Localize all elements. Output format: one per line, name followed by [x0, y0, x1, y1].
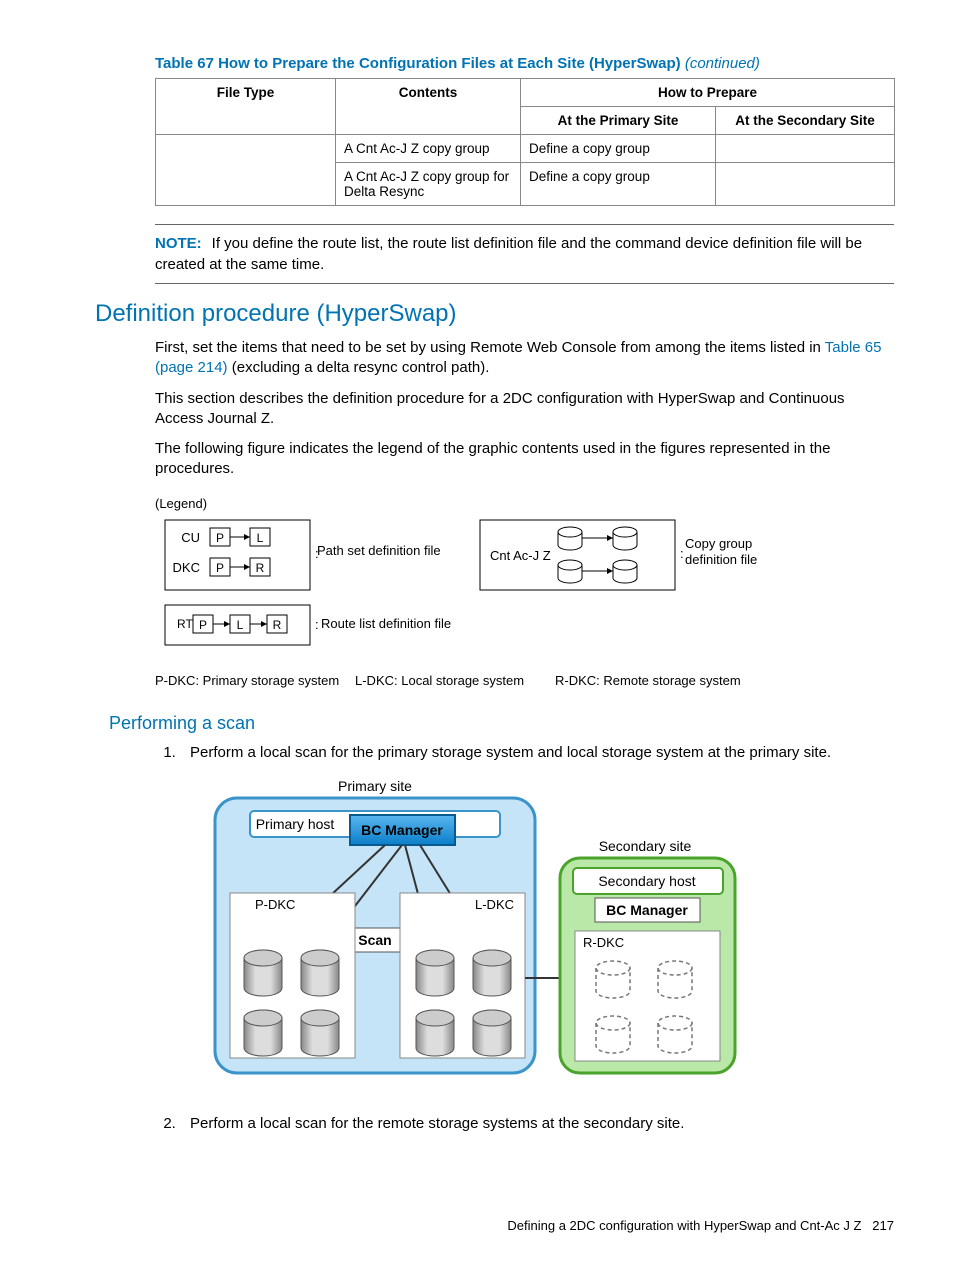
pdkc-cyl-1: [244, 950, 282, 996]
th-primary: At the Primary Site: [521, 107, 716, 135]
legend-cntacj: Cnt Ac-J Z: [490, 548, 551, 563]
td-contents-1: A Cnt Ac-J Z copy group for Delta Resync: [336, 163, 521, 206]
pdkc-cyl-4: [301, 1010, 339, 1056]
table-caption-continued: (continued): [685, 55, 760, 72]
svg-text::: :: [680, 546, 684, 561]
diagram-scan: Scan: [358, 932, 391, 948]
step-1: Perform a local scan for the primary sto…: [180, 742, 894, 763]
legend-routelist: Route list definition file: [321, 616, 451, 631]
th-how-to-prepare: How to Prepare: [521, 79, 895, 107]
para1-pre: First, set the items that need to be set…: [155, 339, 825, 356]
step-2: Perform a local scan for the remote stor…: [180, 1113, 894, 1134]
svg-text:P: P: [216, 561, 224, 575]
ldkc-cyl-1: [416, 950, 454, 996]
svg-text:P: P: [199, 618, 207, 632]
diagram-secondary-site: Secondary site: [599, 838, 692, 854]
para3: The following figure indicates the legen…: [155, 439, 894, 480]
svg-text:R: R: [273, 618, 282, 632]
legend-cu: CU: [181, 530, 200, 545]
legend-rt: RT: [177, 617, 193, 631]
steps-list-2: Perform a local scan for the remote stor…: [180, 1113, 894, 1134]
page-footer: Defining a 2DC configuration with HyperS…: [507, 1218, 894, 1233]
svg-text:L: L: [237, 618, 244, 632]
diagram-secondary-host: Secondary host: [598, 873, 695, 889]
legend-pdkc-line: P-DKC: Primary storage system: [155, 673, 339, 688]
svg-text:P: P: [216, 531, 224, 545]
pdkc-cyl-2: [301, 950, 339, 996]
svg-text:R: R: [256, 561, 265, 575]
steps-list: Perform a local scan for the primary sto…: [180, 742, 894, 763]
legend-rdkc-line: R-DKC: Remote storage system: [555, 673, 741, 688]
scan-diagram: Primary site Primary host BC Manager Sca…: [195, 773, 755, 1093]
svg-text::: :: [315, 546, 319, 561]
th-file-type: File Type: [156, 79, 336, 135]
note-text: If you define the route list, the route …: [155, 235, 862, 273]
note-block: NOTE:If you define the route list, the r…: [155, 224, 894, 284]
config-table: File Type Contents How to Prepare At the…: [155, 78, 895, 206]
diagram-primary-site: Primary site: [338, 778, 412, 794]
footer-page: 217: [872, 1218, 894, 1233]
legend-copygroup-1: Copy group: [685, 536, 752, 551]
td-file-type-empty: [156, 135, 336, 206]
para1-post: (excluding a delta resync control path).: [228, 359, 490, 376]
svg-text:BC Manager: BC Manager: [606, 902, 688, 918]
ldkc-cyl-4: [473, 1010, 511, 1056]
legend-ldkc-line: L-DKC: Local storage system: [355, 673, 524, 688]
legend-copygroup-2: definition file: [685, 552, 757, 567]
diagram-ldkc: L-DKC: [475, 897, 514, 912]
para2: This section describes the definition pr…: [155, 389, 894, 430]
subsection-title: Performing a scan: [109, 713, 894, 734]
td-primary-1: Define a copy group: [521, 163, 716, 206]
th-secondary: At the Secondary Site: [716, 107, 895, 135]
svg-text:BC Manager: BC Manager: [361, 822, 443, 838]
svg-text::: :: [315, 617, 319, 632]
legend-pathset: Path set definition file: [317, 543, 441, 558]
svg-text:L: L: [257, 531, 264, 545]
table-caption: Table 67 How to Prepare the Configuratio…: [155, 55, 894, 72]
legend-dkc: DKC: [173, 560, 200, 575]
th-contents: Contents: [336, 79, 521, 135]
diagram-rdkc: R-DKC: [583, 935, 624, 950]
td-primary-0: Define a copy group: [521, 135, 716, 163]
legend-figure: (Legend) CU P L DKC P R Path set definit…: [155, 490, 895, 695]
diagram-primary-host: Primary host: [256, 816, 335, 832]
td-secondary-0: [716, 135, 895, 163]
table-caption-prefix: Table 67 How to Prepare the Configuratio…: [155, 55, 685, 72]
note-label: NOTE:: [155, 235, 202, 252]
ldkc-cyl-2: [473, 950, 511, 996]
footer-text: Defining a 2DC configuration with HyperS…: [507, 1218, 861, 1233]
td-secondary-1: [716, 163, 895, 206]
td-contents-0: A Cnt Ac-J Z copy group: [336, 135, 521, 163]
diagram-pdkc: P-DKC: [255, 897, 295, 912]
section-title: Definition procedure (HyperSwap): [95, 300, 894, 328]
legend-title: (Legend): [155, 496, 207, 511]
para1: First, set the items that need to be set…: [155, 338, 894, 379]
pdkc-cyl-3: [244, 1010, 282, 1056]
ldkc-cyl-3: [416, 1010, 454, 1056]
